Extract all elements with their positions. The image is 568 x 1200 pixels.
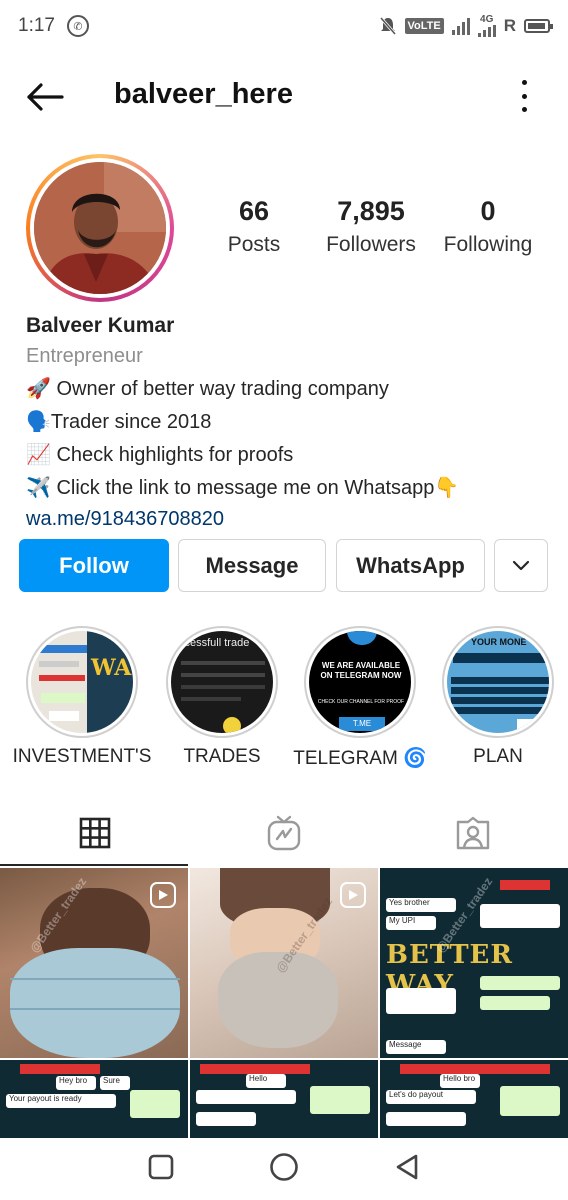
tab-tagged[interactable] <box>379 800 568 866</box>
triangle-back-icon <box>397 1154 418 1179</box>
volte-badge: VoLTE <box>404 18 444 34</box>
system-back-button[interactable] <box>394 1153 420 1186</box>
post-thumbnail[interactable]: @Better_tradez <box>0 868 188 1058</box>
igtv-icon <box>267 815 301 851</box>
chat-bubble: Let's do payout <box>386 1090 476 1104</box>
chat-bubble: Sure <box>100 1076 130 1090</box>
bio-line: 📈 Check highlights for proofs <box>26 444 294 466</box>
recent-apps-button[interactable] <box>148 1154 174 1185</box>
highlight-cover-image: YOUR MONE <box>447 631 549 733</box>
suggested-accounts-button[interactable] <box>494 539 548 592</box>
status-bar: 1:17 ✆ VoLTE 4G R <box>0 0 568 52</box>
circle-home-icon <box>270 1152 298 1181</box>
whatsapp-button[interactable]: WhatsApp <box>336 539 485 592</box>
highlight-label: TRADES <box>183 746 261 767</box>
highlight-cover-text: WAY <box>91 655 133 681</box>
posts-count: 66 <box>238 196 270 226</box>
whatsapp-notification-icon: ✆ <box>66 15 89 37</box>
highlight-cover-image: ccessfull trade <box>171 631 273 733</box>
highlight-cover-image: WE ARE AVAILABLE ON TELEGRAM NOW CHECK O… <box>309 631 411 733</box>
following-stat[interactable]: 0 Following <box>436 196 540 257</box>
network-type: 4G <box>480 14 494 25</box>
following-label: Following <box>443 233 533 256</box>
system-navigation-bar <box>0 1138 568 1200</box>
reel-icon <box>340 882 366 908</box>
posts-grid: @Better_tradez @Better_tradez Yes brothe… <box>0 868 568 1138</box>
mute-bell-icon <box>379 17 396 35</box>
profile-category: Entrepreneur <box>26 345 143 367</box>
highlight-trades[interactable]: ccessfull trade TRADES <box>152 626 292 768</box>
reel-icon <box>150 882 176 908</box>
post-thumbnail[interactable]: Hello <box>190 1060 378 1138</box>
post-thumbnail[interactable]: Hey bro Sure Your payout is ready <box>0 1060 188 1138</box>
face-mask <box>10 948 180 1058</box>
post-thumbnail[interactable]: Hello bro Let's do payout <box>380 1060 568 1138</box>
chat-bubble: Yes brother <box>386 898 456 912</box>
highlight-cover-text: WE ARE AVAILABLE ON TELEGRAM NOW <box>320 661 402 680</box>
highlight-plan[interactable]: YOUR MONE PLAN <box>428 626 568 768</box>
followers-stat[interactable]: 7,895 Followers <box>316 196 426 257</box>
status-time: 1:17 <box>18 15 55 36</box>
highlight-label: INVESTMENT'S <box>12 746 152 767</box>
highlight-label: PLAN <box>473 746 523 767</box>
chat-bubble: My UPI <box>386 916 436 930</box>
avatar-portrait-image <box>34 162 166 294</box>
tab-posts-grid[interactable] <box>0 800 189 866</box>
highlight-label: TELEGRAM 🌀 <box>293 748 427 769</box>
highlight-investments[interactable]: WAY INVESTMENT'S <box>12 626 152 768</box>
more-dot-icon <box>521 93 527 99</box>
bio-line: 🚀 Owner of better way trading company <box>26 378 389 400</box>
message-button[interactable]: Message <box>178 539 326 592</box>
square-recents-icon <box>148 1154 173 1179</box>
chat-bubble: Message <box>386 1040 446 1054</box>
more-dot-icon <box>521 80 527 85</box>
posts-stat[interactable]: 66 Posts <box>214 196 294 257</box>
bio-link[interactable]: wa.me/918436708820 <box>26 508 556 531</box>
profile-bio: Balveer Kumar Entrepreneur 🚀 Owner of be… <box>26 314 556 531</box>
follow-button[interactable]: Follow <box>19 539 169 592</box>
chat-bubble: Your payout is ready <box>6 1094 116 1108</box>
active-tab-indicator <box>0 864 188 866</box>
more-dot-icon <box>521 107 527 112</box>
grid-icon <box>79 817 110 849</box>
highlight-cover-image: WAY <box>31 631 133 733</box>
following-count: 0 <box>480 196 496 226</box>
highlight-telegram[interactable]: WE ARE AVAILABLE ON TELEGRAM NOW CHECK O… <box>290 626 430 770</box>
highlight-cover-text: ccessfull trade <box>179 637 250 649</box>
back-button[interactable] <box>22 74 68 120</box>
profile-username: balveer_here <box>114 78 293 110</box>
profile-avatar-story-ring[interactable] <box>26 154 174 302</box>
full-name: Balveer Kumar <box>26 314 175 337</box>
battery-icon <box>524 19 553 33</box>
followers-label: Followers <box>326 233 416 256</box>
highlight-cover-subtext: CHECK OUR CHANNEL FOR PROOF <box>317 699 405 705</box>
more-options-button[interactable] <box>518 80 530 112</box>
roaming-indicator: R <box>503 16 516 35</box>
tab-igtv[interactable] <box>189 800 378 866</box>
highlight-cover-tag: T.ME <box>339 717 385 731</box>
post-thumbnail[interactable]: Yes brother My UPI BETTER WAY Message @B… <box>380 868 568 1058</box>
tagged-user-icon <box>457 816 490 850</box>
profile-avatar <box>34 162 166 294</box>
bio-line: 🗣️Trader since 2018 <box>26 411 212 433</box>
home-button[interactable] <box>269 1152 299 1187</box>
bio-line: ✈️ Click the link to message me on Whats… <box>26 477 460 499</box>
chat-bubble: Hello bro <box>440 1074 480 1088</box>
profile-header: balveer_here <box>0 62 568 132</box>
back-arrow-icon <box>27 83 64 111</box>
highlight-cover-text: YOUR MONE <box>471 637 527 647</box>
posts-label: Posts <box>227 233 281 256</box>
followers-count: 7,895 <box>337 196 405 226</box>
chat-bubble: Hey bro <box>56 1076 96 1090</box>
status-indicators: VoLTE 4G R <box>379 14 553 37</box>
signal-icon <box>451 17 470 35</box>
chevron-down-icon <box>512 560 530 570</box>
chat-bubble: Hello <box>246 1074 286 1088</box>
mobile-data-icon: 4G <box>477 14 496 37</box>
post-thumbnail[interactable]: @Better_tradez <box>190 868 378 1058</box>
profile-tabs <box>0 800 568 866</box>
